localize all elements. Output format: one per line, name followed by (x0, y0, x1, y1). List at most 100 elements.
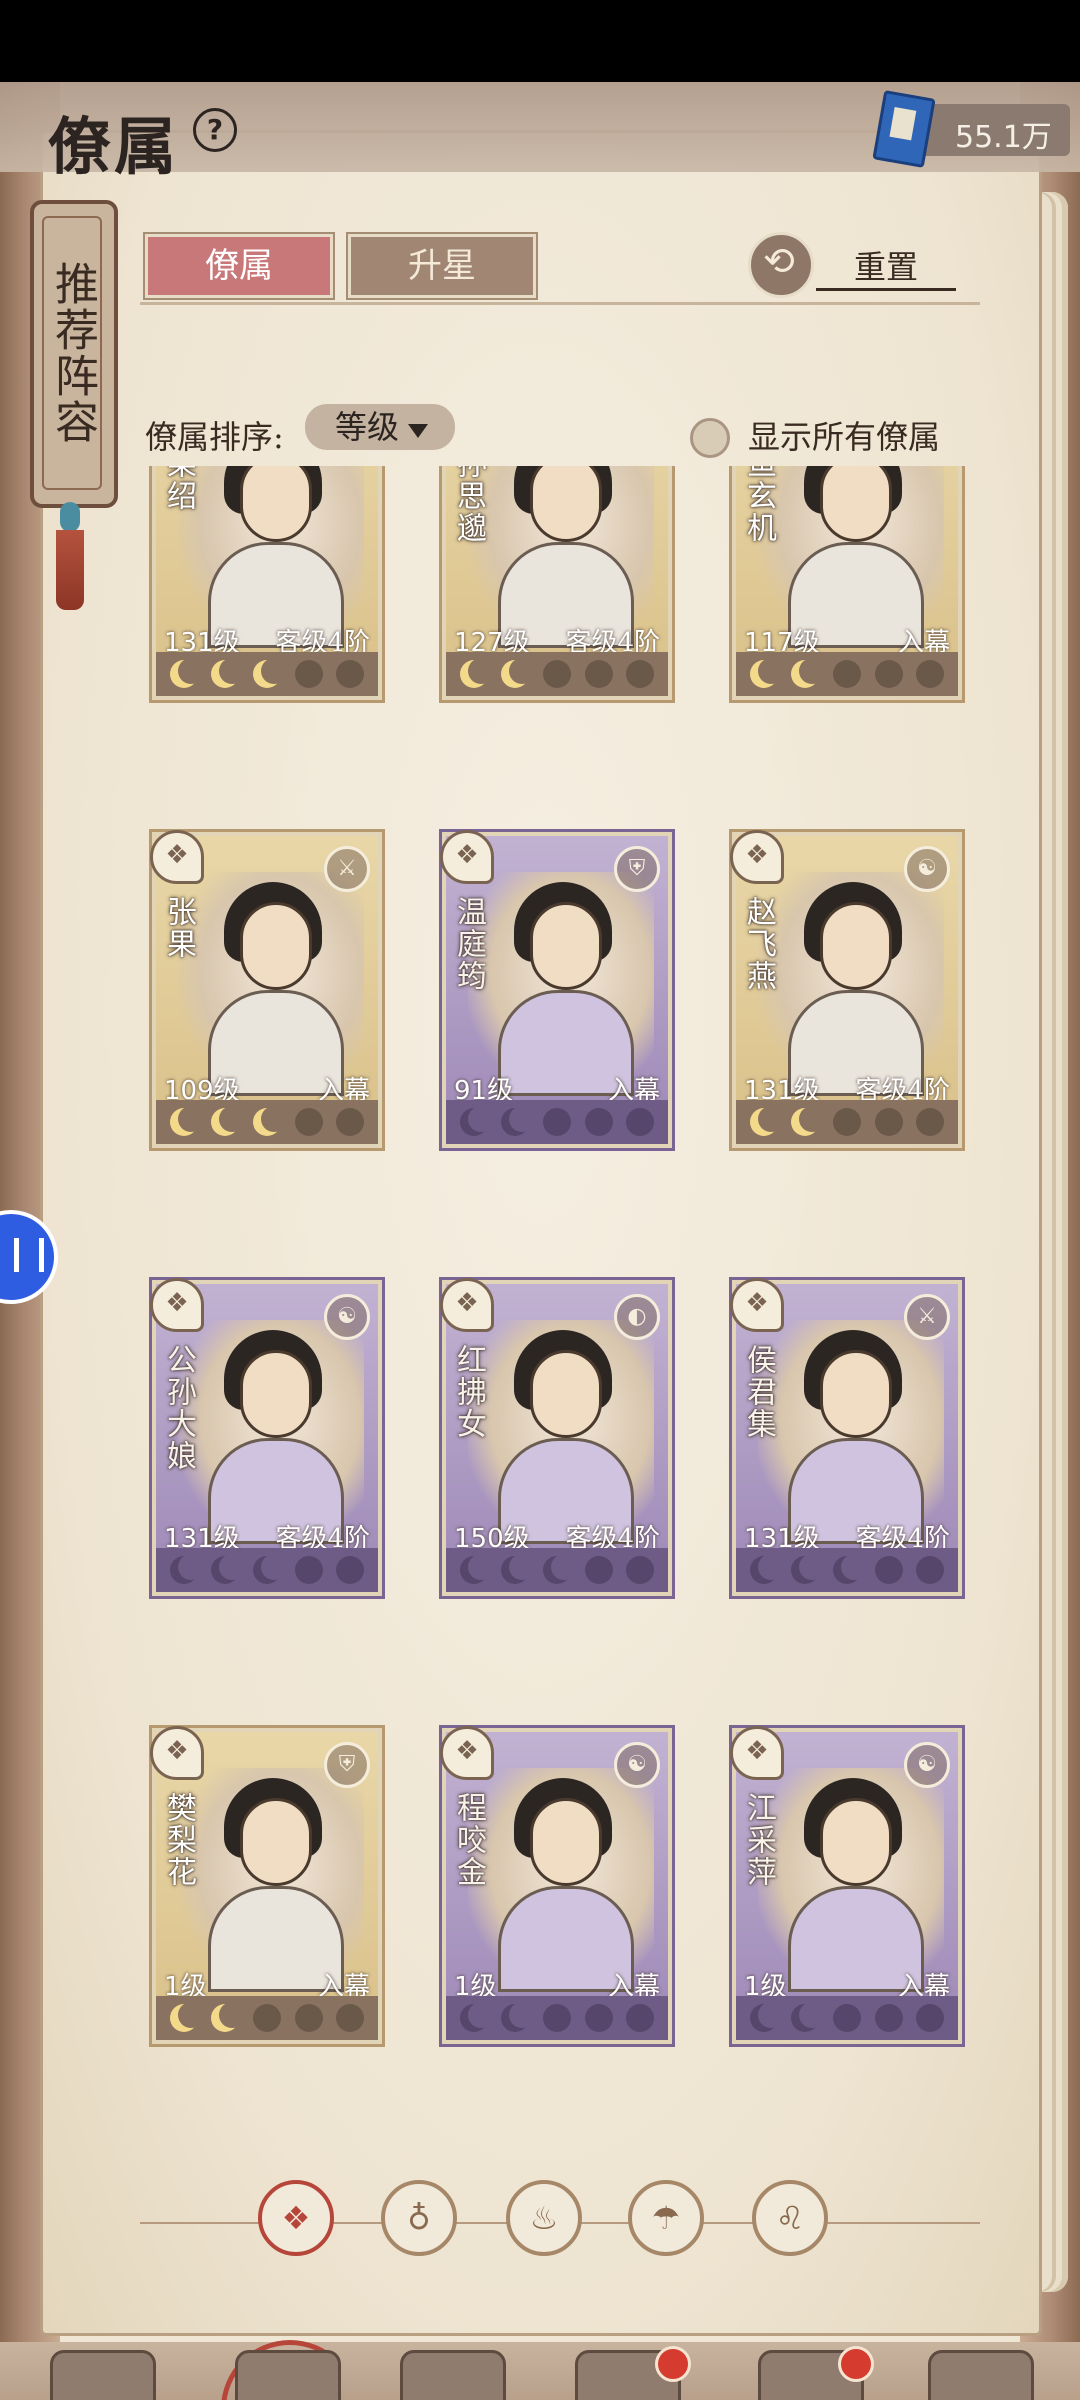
faction-icon: ❖ (150, 830, 204, 884)
filter-all-icon[interactable]: ❖ (258, 2180, 334, 2256)
nav-item[interactable]: 县邑 (30, 2346, 170, 2400)
moon-filled-icon (791, 1106, 826, 1136)
nav-item[interactable]: 九州 (908, 2346, 1048, 2400)
recommend-lineup-button[interactable]: 推荐阵容 (30, 200, 118, 508)
reset-button[interactable]: 重置 (816, 242, 956, 291)
moon-filled-icon (791, 1554, 826, 1584)
tab-star-up[interactable]: 升星 (346, 232, 538, 300)
nav-item[interactable]: 政务 (380, 2346, 520, 2400)
portrait-head (820, 466, 892, 542)
nav-building-icon (235, 2350, 341, 2400)
sort-dropdown[interactable]: 等级 (305, 404, 455, 450)
moon-filled-icon (791, 658, 826, 688)
portrait-image (758, 1320, 944, 1544)
filter-bell-icon[interactable]: ♁ (381, 2180, 457, 2256)
nav-item[interactable]: 城郊 (738, 2346, 878, 2400)
moon-empty-icon (916, 1108, 945, 1136)
type-icon: ☯ (324, 1294, 370, 1340)
subordinate-card[interactable]: ❖ ⛨ 温庭筠 91级 入幕 (439, 829, 675, 1151)
filter-fan-icon[interactable]: ☂ (628, 2180, 704, 2256)
portrait-image (758, 872, 944, 1096)
moon-empty-icon (832, 1108, 861, 1136)
subordinate-card[interactable]: ❖ ☯ 程咬金 1级 入幕 (439, 1725, 675, 2047)
subordinate-card[interactable]: ❖☯柴绍131级客级4阶 (149, 466, 385, 703)
filter-lion-icon[interactable]: ♌ (752, 2180, 828, 2256)
portrait-head (820, 1798, 892, 1886)
moon-empty-icon (584, 660, 613, 688)
show-all-radio[interactable] (690, 418, 730, 458)
subordinate-card[interactable]: ❖ ⛨ 樊梨花 1级 入幕 (149, 1725, 385, 2047)
subordinate-card[interactable]: ❖ ☯ 赵飞燕 131级 客级4阶 (729, 829, 965, 1151)
subordinate-name: 赵飞燕 (741, 896, 776, 992)
type-icon: ◐ (614, 1294, 660, 1340)
subordinate-card[interactable]: ❖ ◐ 红拂女 150级 客级4阶 (439, 1277, 675, 1599)
moon-rating (446, 1548, 668, 1592)
portrait-head (820, 1350, 892, 1438)
subordinate-name: 温庭筠 (451, 896, 486, 992)
portrait-image (178, 466, 364, 648)
type-icon: ☯ (904, 846, 950, 892)
subordinate-card[interactable]: ❖ ⚔ 侯君集 131级 客级4阶 (729, 1277, 965, 1599)
moon-filled-icon (169, 658, 204, 688)
moon-empty-icon (626, 2004, 655, 2032)
subordinate-name: 张果 (161, 896, 196, 960)
portrait-image (178, 1320, 364, 1544)
subordinate-name: 侯君集 (741, 1344, 776, 1440)
moon-filled-icon (791, 2002, 826, 2032)
moon-filled-icon (501, 1106, 536, 1136)
subordinate-name: 鱼玄机 (741, 466, 776, 544)
moon-filled-icon (749, 1106, 784, 1136)
moon-filled-icon (252, 658, 287, 688)
subordinate-grid: ❖☯柴绍131级客级4阶❖☯孙思邈127级客级4阶❖◐鱼玄机117级入幕 ❖ ⚔ 张果… (140, 466, 980, 2146)
nav-building-icon (400, 2350, 506, 2400)
moon-empty-icon (336, 1556, 365, 1584)
subordinate-name: 公孙大娘 (161, 1344, 196, 1472)
nav-item[interactable]: 州 (555, 2346, 695, 2400)
moon-empty-icon (252, 2004, 281, 2032)
notification-badge (838, 2346, 874, 2382)
faction-icon: ❖ (730, 1726, 784, 1780)
moon-filled-icon (501, 2002, 536, 2032)
tab-subordinates[interactable]: 僚属 (143, 232, 335, 300)
reset-icon[interactable] (748, 232, 814, 298)
nav-building-icon (928, 2350, 1034, 2400)
moon-empty-icon (584, 2004, 613, 2032)
tassel-bead (60, 502, 80, 532)
subordinate-card[interactable]: ❖◐鱼玄机117级入幕 (729, 466, 965, 703)
portrait-image (468, 466, 654, 648)
moon-filled-icon (749, 658, 784, 688)
moon-filled-icon (459, 1554, 494, 1584)
portrait-image (468, 872, 654, 1096)
moon-rating (446, 1996, 668, 2040)
moon-filled-icon (459, 658, 494, 688)
help-icon[interactable]: ? (193, 108, 237, 152)
subordinate-card[interactable]: ❖ ⚔ 张果 109级 入幕 (149, 829, 385, 1151)
portrait-head (530, 1798, 602, 1886)
moon-filled-icon (211, 658, 246, 688)
show-all-label[interactable]: 显示所有僚属 (748, 412, 940, 458)
moon-filled-icon (749, 2002, 784, 2032)
nav-item[interactable]: 僚属 (215, 2340, 359, 2400)
moon-empty-icon (874, 1108, 903, 1136)
moon-empty-icon (542, 2004, 571, 2032)
portrait-head (530, 902, 602, 990)
moon-empty-icon (542, 660, 571, 688)
moon-empty-icon (626, 1556, 655, 1584)
moon-empty-icon (874, 1556, 903, 1584)
portrait-head (820, 902, 892, 990)
subordinate-name: 程咬金 (451, 1792, 486, 1888)
moon-empty-icon (874, 2004, 903, 2032)
filter-gourd-icon[interactable]: ♨ (506, 2180, 582, 2256)
subordinate-card[interactable]: ❖☯孙思邈127级客级4阶 (439, 466, 675, 703)
faction-icon: ❖ (150, 1726, 204, 1780)
subordinate-card[interactable]: ❖ ☯ 公孙大娘 131级 客级4阶 (149, 1277, 385, 1599)
portrait-image (178, 872, 364, 1096)
moon-filled-icon (459, 1106, 494, 1136)
portrait-image (468, 1320, 654, 1544)
portrait-image (468, 1768, 654, 1992)
chevron-down-icon (408, 424, 428, 438)
subordinate-name: 柴绍 (161, 466, 196, 512)
subordinate-card[interactable]: ❖ ☯ 江采萍 1级 入幕 (729, 1725, 965, 2047)
moon-filled-icon (749, 1554, 784, 1584)
moon-rating (156, 1100, 378, 1144)
